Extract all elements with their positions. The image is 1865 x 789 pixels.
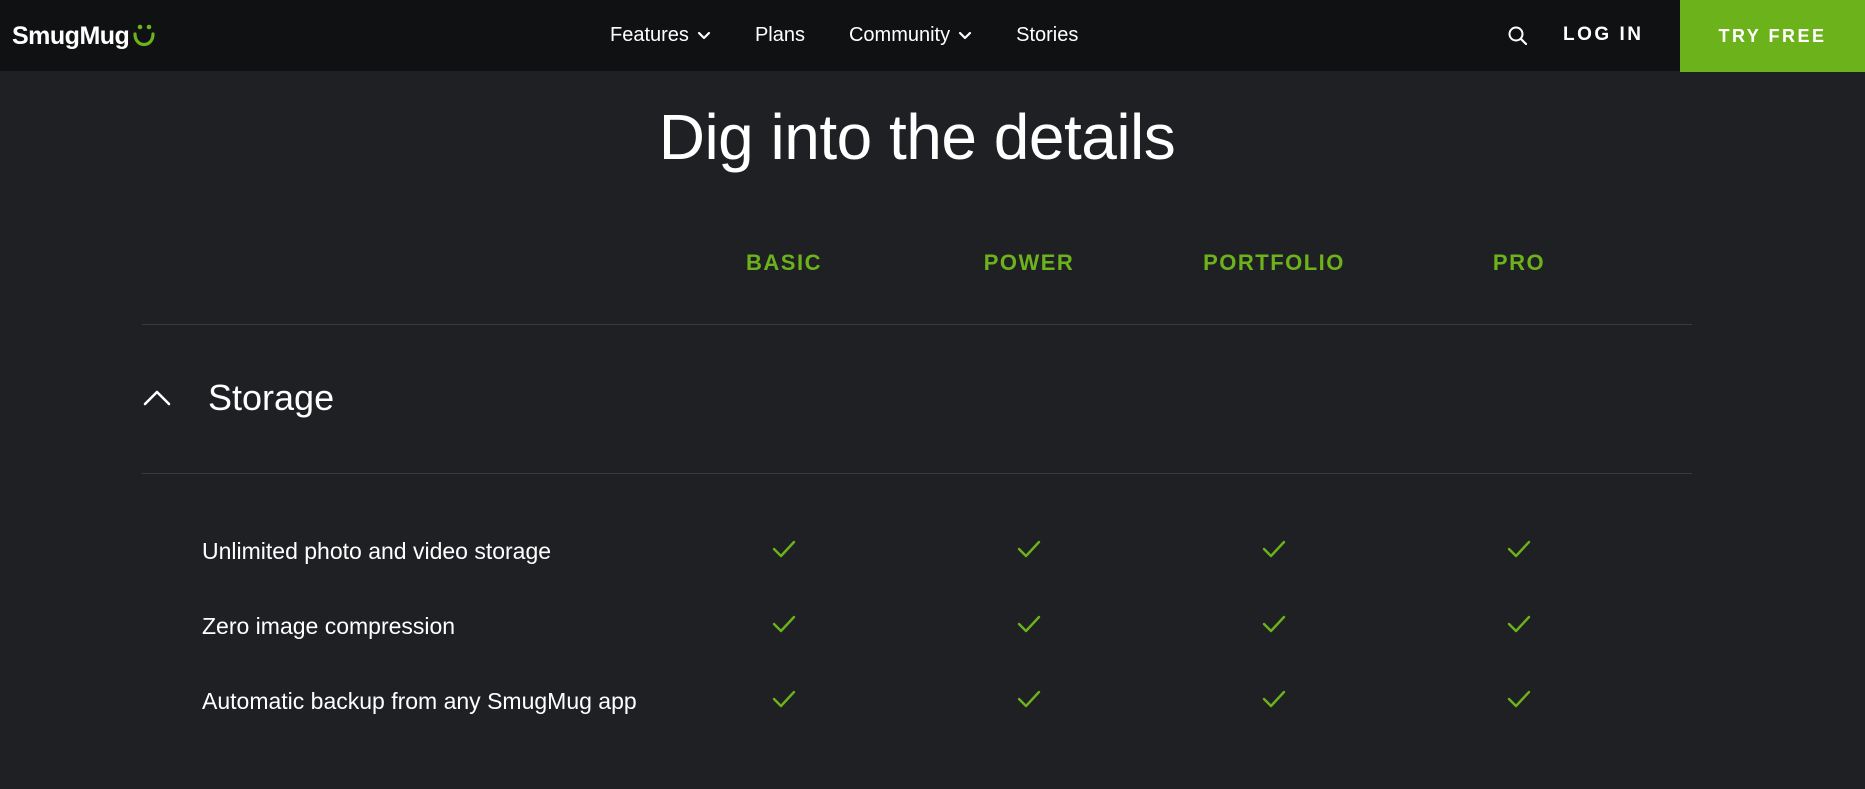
checkmark-icon xyxy=(1262,690,1286,708)
search-icon[interactable] xyxy=(1507,25,1529,47)
plan-header-basic: BASIC xyxy=(746,250,822,275)
checkmark-icon xyxy=(1017,540,1041,558)
login-link[interactable]: LOG IN xyxy=(1563,24,1643,46)
main-nav: Features Plans Community Stories xyxy=(610,0,1122,71)
checkmark-icon xyxy=(1017,615,1041,633)
storage-section-toggle[interactable]: Storage xyxy=(142,372,334,424)
nav-features[interactable]: Features xyxy=(610,24,711,47)
nav-plans-label: Plans xyxy=(754,24,805,46)
feature-label: Automatic backup from any SmugMug app xyxy=(202,688,637,714)
nav-plans[interactable]: Plans xyxy=(755,24,805,47)
checkmark-icon xyxy=(772,615,796,633)
checkmark-icon xyxy=(772,540,796,558)
nav-community-label: Community xyxy=(848,24,951,46)
nav-stories[interactable]: Stories xyxy=(1016,24,1078,47)
feature-label: Unlimited photo and video storage xyxy=(202,538,552,564)
smugmug-logo[interactable]: SmugMug xyxy=(12,20,157,52)
chevron-up-icon xyxy=(143,390,171,406)
smiley-logo-icon xyxy=(133,24,155,47)
checkmark-icon xyxy=(1507,690,1531,708)
checkmark-icon xyxy=(772,690,796,708)
top-navigation-bar: SmugMug Features Plans Community Stories xyxy=(0,0,1865,71)
checkmark-icon xyxy=(1507,540,1531,558)
nav-community[interactable]: Community xyxy=(849,24,972,47)
plan-header-portfolio: PORTFOLIO xyxy=(1203,250,1345,275)
divider xyxy=(142,324,1692,325)
section-title: Storage xyxy=(208,377,335,418)
page-title: Dig into the details xyxy=(658,101,1176,173)
checkmark-icon xyxy=(1507,615,1531,633)
feature-label: Zero image compression xyxy=(202,613,456,639)
checkmark-icon xyxy=(1017,690,1041,708)
nav-features-label: Features xyxy=(610,24,689,46)
plan-header-pro: PRO xyxy=(1492,250,1546,275)
checkmark-icon xyxy=(1262,615,1286,633)
chevron-down-icon xyxy=(959,31,972,39)
divider xyxy=(142,473,1692,474)
nav-stories-label: Stories xyxy=(1016,24,1079,46)
try-free-button[interactable]: TRY FREE xyxy=(1680,0,1865,72)
logo-text: SmugMug xyxy=(12,21,130,50)
chevron-down-icon xyxy=(697,31,711,39)
checkmark-icon xyxy=(1262,540,1286,558)
plan-header-power: POWER xyxy=(983,250,1075,275)
